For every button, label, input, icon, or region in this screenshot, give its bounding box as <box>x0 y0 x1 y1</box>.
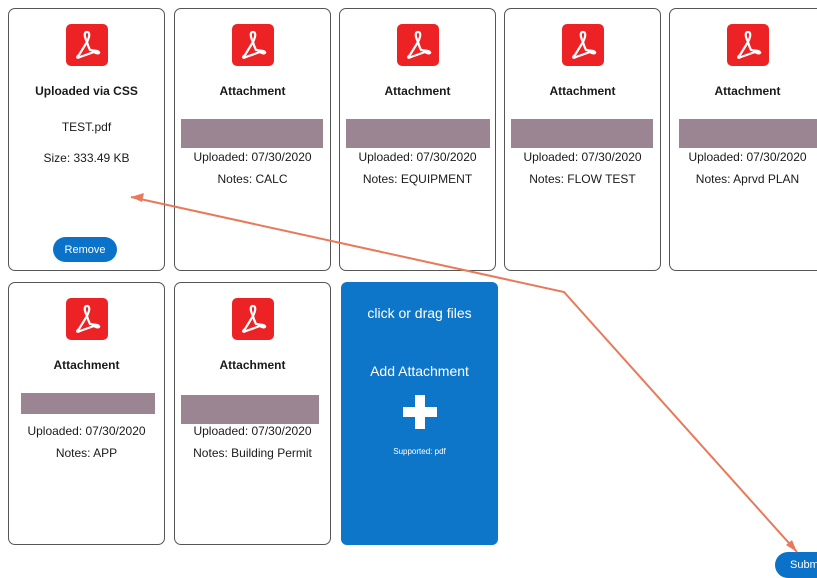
remove-button[interactable]: Remove <box>53 237 117 262</box>
notes: Notes: Building Permit <box>193 446 312 460</box>
redacted-filename <box>346 119 490 148</box>
uploaded-date: Uploaded: 07/30/2020 <box>358 150 477 164</box>
uploaded-date: Uploaded: 07/30/2020 <box>27 424 146 438</box>
attachment-card[interactable]: Attachment Uploaded: 07/30/2020 Notes: F… <box>504 8 661 271</box>
pdf-icon <box>396 24 439 66</box>
pdf-icon <box>231 298 274 340</box>
redacted-filename <box>181 395 319 424</box>
card-title: Attachment <box>219 358 286 372</box>
attachment-card[interactable]: Attachment Uploaded: 07/30/2020 Notes: A… <box>669 8 817 271</box>
notes: Notes: EQUIPMENT <box>362 172 473 186</box>
attachment-card[interactable]: Attachment Uploaded: 07/30/2020 Notes: E… <box>339 8 496 271</box>
card-title: Uploaded via CSS <box>35 84 138 98</box>
pdf-icon <box>726 24 769 66</box>
attachment-card-uploaded: Uploaded via CSS TEST.pdf Size: 333.49 K… <box>8 8 165 271</box>
redacted-filename <box>181 119 323 148</box>
add-attachment-label: Add Attachment <box>370 363 469 379</box>
attachment-card[interactable]: Attachment Uploaded: 07/30/2020 Notes: A… <box>8 282 165 545</box>
file-size: Size: 333.49 KB <box>43 151 130 165</box>
pdf-icon <box>65 298 108 340</box>
pdf-icon <box>65 24 108 66</box>
file-name: TEST.pdf <box>61 120 112 134</box>
uploaded-date: Uploaded: 07/30/2020 <box>688 150 807 164</box>
supported-types: Supported: pdf <box>393 447 446 456</box>
redacted-filename <box>679 119 817 148</box>
card-title: Attachment <box>714 84 781 98</box>
plus-icon <box>403 395 437 429</box>
uploaded-date: Uploaded: 07/30/2020 <box>523 150 642 164</box>
submit-button[interactable]: Subm <box>775 552 817 578</box>
notes: Notes: APP <box>55 446 118 460</box>
card-title: Attachment <box>549 84 616 98</box>
drag-hint: click or drag files <box>367 305 472 321</box>
card-title: Attachment <box>219 84 286 98</box>
card-title: Attachment <box>384 84 451 98</box>
attachment-card[interactable]: Attachment Uploaded: 07/30/2020 Notes: C… <box>174 8 331 271</box>
notes: Notes: FLOW TEST <box>529 172 636 186</box>
redacted-filename <box>21 393 155 414</box>
uploaded-date: Uploaded: 07/30/2020 <box>193 150 312 164</box>
redacted-filename <box>511 119 653 148</box>
pdf-icon <box>561 24 604 66</box>
uploaded-date: Uploaded: 07/30/2020 <box>193 424 312 438</box>
pdf-icon <box>231 24 274 66</box>
add-attachment-dropzone[interactable]: click or drag files Add Attachment Suppo… <box>341 282 498 545</box>
notes: Notes: Aprvd PLAN <box>695 172 800 186</box>
notes: Notes: CALC <box>217 172 288 186</box>
attachment-card[interactable]: Attachment Uploaded: 07/30/2020 Notes: B… <box>174 282 331 545</box>
card-title: Attachment <box>53 358 120 372</box>
